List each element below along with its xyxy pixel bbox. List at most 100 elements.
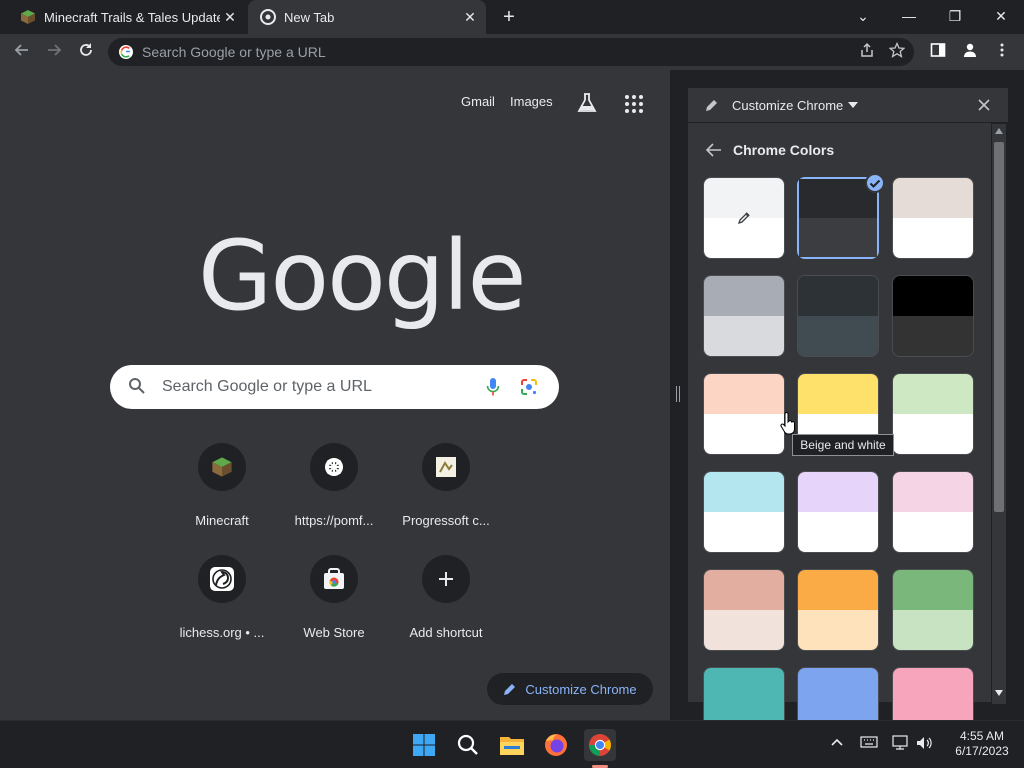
scroll-down-icon[interactable] <box>995 690 1003 696</box>
shortcut-label: lichess.org • ... <box>179 625 265 640</box>
address-bar[interactable]: Search Google or type a URL <box>108 38 914 66</box>
add-shortcut-tile[interactable]: Add shortcut <box>390 555 502 655</box>
back-arrow-icon[interactable] <box>706 143 722 157</box>
shortcut-icon-circle <box>198 443 246 491</box>
lichess-icon <box>210 567 234 591</box>
color-swatch[interactable] <box>797 471 879 553</box>
color-swatch[interactable] <box>892 275 974 357</box>
color-swatch[interactable] <box>703 177 785 259</box>
menu-button[interactable] <box>990 40 1014 64</box>
hand-cursor-icon <box>780 412 795 435</box>
tab-title: Minecraft Trails & Tales Update | <box>44 9 220 25</box>
color-swatch[interactable] <box>703 569 785 651</box>
color-swatch[interactable] <box>892 373 974 455</box>
minimize-button[interactable]: — <box>886 4 932 28</box>
close-icon[interactable] <box>978 99 990 111</box>
side-panel-icon <box>930 43 946 57</box>
new-tab-button[interactable]: + <box>498 6 520 28</box>
swatch-top <box>893 668 973 708</box>
back-button[interactable] <box>10 40 34 64</box>
keyboard-icon[interactable] <box>860 735 878 749</box>
restore-button[interactable]: ❐ <box>932 4 978 28</box>
firefox-button[interactable] <box>540 729 572 761</box>
swatch-bottom <box>798 316 878 356</box>
color-swatch[interactable] <box>797 275 879 357</box>
clock-date: 6/17/2023 <box>955 744 1009 758</box>
tab-minecraft[interactable]: Minecraft Trails & Tales Update | ✕ <box>8 0 246 34</box>
color-swatch[interactable] <box>892 569 974 651</box>
swatch-top <box>798 374 878 414</box>
google-lens-icon[interactable] <box>520 378 538 396</box>
taskbar-search-button[interactable] <box>452 729 484 761</box>
pencil-icon <box>706 100 717 111</box>
forward-button[interactable] <box>42 40 66 64</box>
resize-handle-icon[interactable] <box>676 386 680 402</box>
shortcut-tile[interactable]: Minecraft <box>166 443 278 543</box>
profile-icon <box>964 43 976 57</box>
swatch-bottom <box>893 218 973 258</box>
close-tab-icon[interactable]: ✕ <box>460 9 480 26</box>
tab-search-button[interactable]: ⌄ <box>840 4 886 28</box>
clock-time: 4:55 AM <box>959 729 1005 743</box>
shortcut-tile[interactable]: https://pomf... <box>278 443 390 543</box>
swatch-top <box>704 668 784 708</box>
volume-icon[interactable] <box>916 735 934 751</box>
chrome-icon <box>260 9 276 25</box>
chrome-taskbar-button[interactable] <box>584 729 616 761</box>
clock[interactable]: 4:55 AM 6/17/2023 <box>944 729 1020 759</box>
shortcut-label: https://pomf... <box>294 513 374 528</box>
color-swatch[interactable] <box>797 173 885 259</box>
shortcut-label: Add shortcut <box>409 625 483 640</box>
swatch-bottom <box>893 610 973 650</box>
caret-down-icon[interactable] <box>848 102 858 108</box>
section-title: Chrome Colors <box>733 142 835 158</box>
shortcut-icon-circle <box>198 555 246 603</box>
share-icon[interactable] <box>856 42 878 64</box>
color-swatch[interactable] <box>703 471 785 553</box>
scrollbar-thumb[interactable] <box>994 142 1004 512</box>
selected-check-icon <box>865 173 885 193</box>
windows-start-button[interactable] <box>408 729 440 761</box>
shortcut-icon-circle <box>310 555 358 603</box>
file-explorer-button[interactable] <box>496 729 528 761</box>
shortcut-label: Web Store <box>303 625 365 640</box>
shortcut-tile[interactable]: lichess.org • ... <box>166 555 278 655</box>
network-icon[interactable] <box>892 735 910 751</box>
swatch-top <box>893 570 973 610</box>
search-icon <box>129 378 145 394</box>
chevron-up-icon[interactable] <box>830 735 844 749</box>
search-box[interactable]: Search Google or type a URL <box>110 365 559 409</box>
google-logo: Google <box>198 220 527 332</box>
customize-chrome-button[interactable]: Customize Chrome <box>487 673 653 705</box>
reload-button[interactable] <box>74 40 98 64</box>
profile-button[interactable] <box>958 40 982 64</box>
swatch-top <box>893 178 973 218</box>
close-tab-icon[interactable]: ✕ <box>220 9 240 26</box>
new-tab-page: Gmail Images Google Search Google or typ… <box>0 70 670 720</box>
color-swatch[interactable] <box>892 177 974 259</box>
shortcut-tile[interactable]: Web Store <box>278 555 390 655</box>
side-panel-button[interactable] <box>926 40 950 64</box>
images-link[interactable]: Images <box>510 94 553 109</box>
color-swatch[interactable] <box>703 275 785 357</box>
color-swatch[interactable] <box>892 471 974 553</box>
arrow-left-icon <box>14 44 28 56</box>
shortcut-label: Minecraft <box>195 513 249 528</box>
color-swatch[interactable] <box>797 569 879 651</box>
shortcut-tile[interactable]: Progressoft c... <box>390 443 502 543</box>
swatch-top <box>893 472 973 512</box>
scroll-up-icon[interactable] <box>995 128 1003 134</box>
swatch-top <box>704 276 784 316</box>
close-window-button[interactable]: ✕ <box>978 4 1024 28</box>
panel-title[interactable]: Customize Chrome <box>732 98 843 113</box>
tab-strip: Minecraft Trails & Tales Update | ✕ New … <box>0 0 1024 34</box>
labs-flask-icon[interactable] <box>576 92 598 114</box>
apps-grid-icon[interactable] <box>624 94 644 114</box>
microphone-icon[interactable] <box>486 377 500 397</box>
tab-new-tab[interactable]: New Tab ✕ <box>248 0 486 34</box>
color-swatch[interactable] <box>703 373 785 455</box>
gmail-link[interactable]: Gmail <box>461 94 495 109</box>
chrome-colors-section: Chrome Colors <box>688 122 991 749</box>
shortcut-label: Progressoft c... <box>402 513 490 528</box>
bookmark-star-icon[interactable] <box>886 41 908 64</box>
